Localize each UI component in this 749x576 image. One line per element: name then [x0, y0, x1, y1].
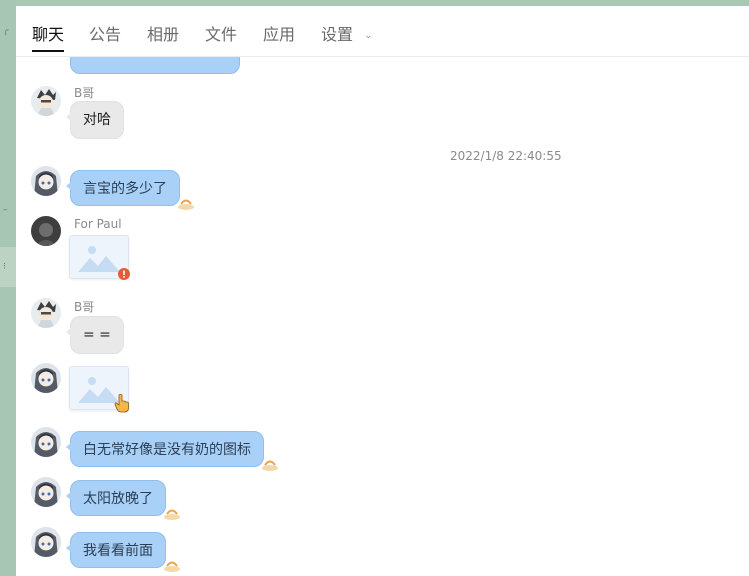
message-text: 对哈	[83, 112, 111, 128]
message-text: 太阳放晚了	[83, 491, 153, 507]
message-text: = =	[83, 327, 111, 343]
message-bubble[interactable]: 白无常好像是没有奶的图标	[66, 431, 278, 471]
avatar-anime-girl-icon	[31, 427, 61, 457]
tab-label: 文件	[205, 25, 238, 44]
avatar-anime-man-icon	[31, 86, 61, 116]
sender-name: For Paul	[74, 217, 122, 231]
tab-label: 公告	[89, 25, 122, 44]
sidebar-edge-mark: –	[3, 205, 8, 215]
tab-label: 聊天	[32, 25, 65, 44]
tab-files[interactable]: 文件	[205, 25, 237, 49]
message-text: 白无常好像是没有奶的图标	[83, 442, 251, 458]
sidebar-edge: ╭ – ⁝	[0, 0, 16, 576]
message-bubble[interactable]: 我看看前面	[66, 532, 180, 572]
tab-album[interactable]: 相册	[147, 25, 179, 49]
sidebar-edge-mark: ⁝	[3, 262, 6, 272]
avatar-anime-man-icon	[31, 298, 61, 328]
chat-panel: B哥 对哈 2022/1/8 22:40:55 言宝的多少了 For Paul …	[16, 6, 749, 576]
bubble-cloud-decoration-icon	[164, 509, 180, 520]
tab-chat[interactable]: 聊天	[32, 25, 65, 52]
image-message[interactable]	[69, 235, 130, 280]
avatar[interactable]	[31, 527, 61, 557]
avatar-anime-girl-icon	[31, 166, 61, 196]
avatar[interactable]	[31, 477, 61, 507]
sender-name: B哥	[74, 300, 95, 314]
avatar[interactable]	[31, 166, 61, 196]
load-error-icon	[118, 268, 130, 280]
avatar[interactable]	[31, 298, 61, 328]
sidebar-edge-mark: ╭	[3, 26, 9, 36]
avatar-anime-girl-icon	[31, 527, 61, 557]
sender-name: B哥	[74, 86, 95, 100]
bubble-cloud-decoration-icon	[164, 561, 180, 572]
bubble-cloud-decoration-icon	[262, 460, 278, 471]
message-text: 言宝的多少了	[83, 181, 167, 197]
message-timestamp: 2022/1/8 22:40:55	[450, 149, 562, 163]
active-tab-underline	[32, 50, 65, 52]
image-message[interactable]	[69, 366, 129, 413]
message-bubble[interactable]: 言宝的多少了	[66, 170, 194, 210]
tab-label: 相册	[147, 25, 180, 44]
message-bubble[interactable]: = =	[66, 316, 124, 354]
avatar[interactable]	[31, 86, 61, 116]
avatar[interactable]	[31, 363, 61, 393]
avatar[interactable]	[31, 427, 61, 457]
bubble-cloud-decoration-icon	[178, 199, 194, 210]
message-bubble[interactable]: 太阳放晚了	[66, 480, 180, 520]
avatar[interactable]	[31, 216, 61, 246]
tab-bar: 聊天 公告 相册 文件 应用 设置 ⌄	[16, 6, 749, 57]
avatar-dark-photo-icon	[31, 216, 61, 246]
tab-announcements[interactable]: 公告	[89, 25, 121, 49]
tab-apps[interactable]: 应用	[263, 25, 295, 49]
tab-label: 设置	[321, 25, 354, 44]
message-bubble[interactable]: 对哈	[66, 101, 124, 139]
chevron-down-icon: ⌄	[364, 29, 373, 41]
avatar-anime-girl-icon	[31, 477, 61, 507]
message-text: 我看看前面	[83, 543, 153, 559]
avatar-anime-girl-icon	[31, 363, 61, 393]
tab-settings[interactable]: 设置 ⌄	[321, 25, 373, 49]
hand-pointer-cursor-icon	[114, 393, 129, 413]
tab-label: 应用	[263, 25, 296, 44]
